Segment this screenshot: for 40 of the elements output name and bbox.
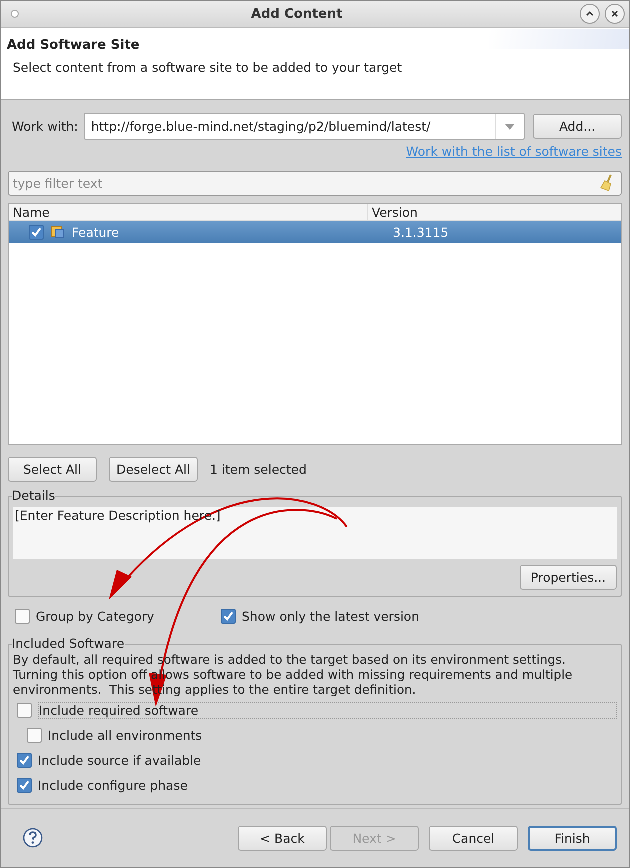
site-combo-box[interactable]: http://forge.blue-mind.net/staging/p2/bluemind/latest/ (84, 113, 525, 140)
selection-button[interactable]: Deselect All (109, 457, 198, 482)
table-row[interactable]: Feature 3.1.3115 (9, 221, 621, 243)
work-with-label: Work with: (12, 119, 78, 134)
page-description: Select content from a software site to be added to your target (13, 60, 404, 75)
checkbox-label[interactable]: Include configure phase (38, 778, 188, 793)
wizard-button[interactable]: Cancel (429, 826, 518, 850)
group-label: Included Software (12, 637, 125, 651)
table-cell-text: 3.1.3115 (392, 224, 450, 240)
selection-button[interactable]: Select All (8, 457, 97, 482)
close-icon (610, 9, 620, 19)
checkbox-label[interactable]: Include source if available (38, 753, 202, 768)
window-title: Add Content (250, 6, 344, 22)
checkbox[interactable] (17, 778, 32, 793)
checkbox[interactable] (29, 224, 44, 240)
column-header[interactable]: Name (9, 204, 367, 220)
page-title: Add Software Site (7, 38, 140, 53)
checkbox-label[interactable]: Show only the latest version (242, 609, 420, 624)
group-label: Details (12, 489, 56, 503)
checkbox-label[interactable]: Include required software (38, 702, 617, 719)
wizard-button[interactable]: Finish (528, 826, 617, 850)
chevron-up-icon (585, 9, 595, 19)
selection-status: 1 item selected (210, 462, 307, 477)
checkbox[interactable] (221, 609, 236, 624)
checkbox[interactable] (17, 753, 32, 768)
checkbox[interactable] (27, 728, 42, 743)
maximize-button[interactable] (580, 4, 600, 24)
column-header[interactable]: Version (367, 204, 621, 220)
table-cell: Feature (72, 224, 120, 240)
checkbox[interactable] (15, 609, 30, 624)
filter-field[interactable]: type filter text (8, 171, 622, 196)
close-button[interactable] (605, 4, 625, 24)
feature-icon (50, 224, 66, 240)
checkbox-label[interactable]: Include all environments (48, 728, 202, 743)
help-icon[interactable] (23, 828, 43, 848)
checkbox-label[interactable]: Group by Category (36, 609, 154, 624)
add-button[interactable]: Add... (533, 114, 622, 139)
checkbox[interactable] (17, 703, 32, 718)
wizard-button[interactable]: < Back (238, 826, 327, 850)
properties-button[interactable]: Properties... (520, 565, 617, 590)
